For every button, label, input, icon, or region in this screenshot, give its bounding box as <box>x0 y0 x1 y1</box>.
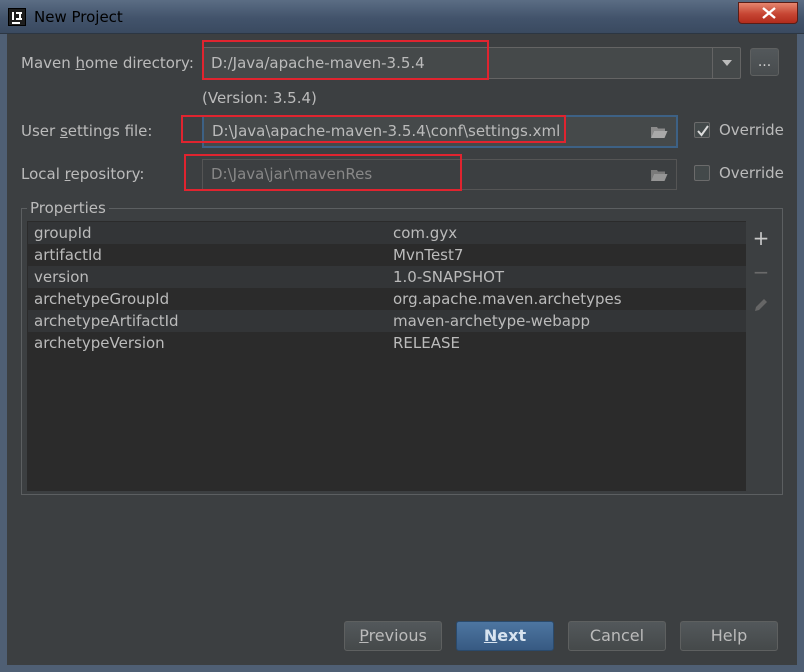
property-key: archetypeArtifactId <box>34 312 179 330</box>
table-row[interactable]: archetypeGroupId org.apache.maven.archety… <box>28 288 746 310</box>
add-property-button[interactable]: + <box>749 226 773 250</box>
help-button[interactable]: Help <box>680 621 778 651</box>
window-frame-bottom <box>0 665 804 672</box>
highlight-box-user-settings <box>181 115 566 143</box>
previous-button[interactable]: Previous <box>344 621 442 651</box>
user-settings-override-label: Override <box>719 121 784 139</box>
user-settings-override-checkbox[interactable] <box>694 122 710 138</box>
table-row[interactable]: archetypeArtifactId maven-archetype-webap… <box>28 310 746 332</box>
window-frame-left <box>0 34 7 672</box>
checkmark-icon <box>697 125 709 137</box>
property-value: 1.0-SNAPSHOT <box>393 268 505 286</box>
property-key: version <box>34 268 89 286</box>
property-key: groupId <box>34 224 92 242</box>
highlight-box-maven-home <box>202 40 489 80</box>
property-key: archetypeGroupId <box>34 290 170 308</box>
property-value: com.gyx <box>393 224 458 242</box>
properties-table[interactable]: groupId com.gyx artifactId MvnTest7 version 1… <box>27 221 746 491</box>
pencil-icon <box>755 299 767 311</box>
property-value: RELEASE <box>393 334 460 352</box>
table-row[interactable]: archetypeVersion RELEASE <box>28 332 746 354</box>
user-settings-label: User settings file: <box>21 122 153 140</box>
property-key: archetypeVersion <box>34 334 165 352</box>
edit-property-button[interactable] <box>749 293 773 317</box>
properties-toolbar: + − <box>748 221 780 491</box>
cancel-button[interactable]: Cancel <box>568 621 666 651</box>
title-bar: New Project <box>0 0 804 34</box>
chevron-down-icon <box>722 60 732 66</box>
table-row[interactable]: version 1.0-SNAPSHOT <box>28 266 746 288</box>
window-title: New Project <box>34 8 123 26</box>
maven-home-label: Maven home directory: <box>21 54 194 72</box>
property-key: artifactId <box>34 246 102 264</box>
maven-version-text: (Version: 3.5.4) <box>202 89 317 107</box>
folder-open-icon[interactable] <box>650 168 668 182</box>
folder-open-icon[interactable] <box>650 125 668 139</box>
highlight-box-local-repository <box>184 154 462 191</box>
local-repository-label: Local repository: <box>21 165 145 183</box>
window-close-button[interactable] <box>738 2 798 24</box>
next-button[interactable]: Next <box>456 621 554 651</box>
property-value: maven-archetype-webapp <box>393 312 591 330</box>
local-repository-override-checkbox[interactable] <box>694 165 710 181</box>
remove-property-button[interactable]: − <box>749 260 773 284</box>
window-frame-right <box>797 34 804 672</box>
table-row[interactable]: groupId com.gyx <box>28 222 746 244</box>
intellij-app-icon <box>8 8 26 26</box>
property-value: org.apache.maven.archetypes <box>393 290 622 308</box>
maven-home-dropdown-button[interactable] <box>712 48 740 78</box>
maven-home-browse-button[interactable]: ... <box>750 48 779 76</box>
table-row[interactable]: artifactId MvnTest7 <box>28 244 746 266</box>
close-icon <box>762 7 776 19</box>
properties-group-title: Properties <box>27 199 109 217</box>
local-repository-override-label: Override <box>719 164 784 182</box>
property-value: MvnTest7 <box>393 246 464 264</box>
